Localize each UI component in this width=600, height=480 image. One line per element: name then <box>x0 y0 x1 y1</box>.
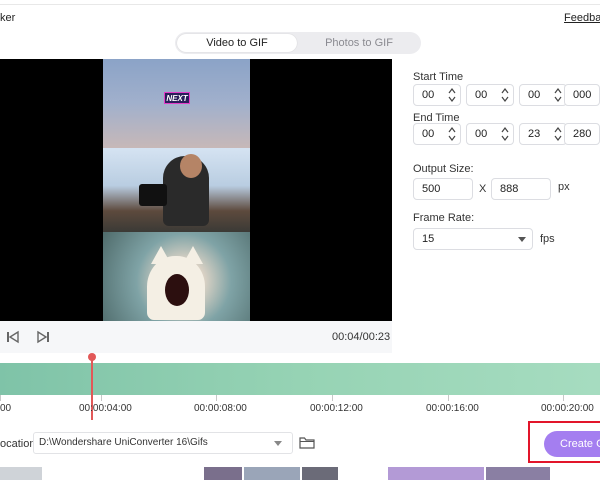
person-head <box>180 154 202 178</box>
timeline-tick-label: 00:00:08:00 <box>194 403 247 414</box>
app-title: ker <box>0 12 16 24</box>
timeline-tick <box>101 395 102 401</box>
top-bar: ker Feedback Video to GIF Photos to GIF <box>0 0 600 60</box>
thumbnail <box>0 467 42 480</box>
mode-tabs: Video to GIF Photos to GIF <box>175 32 421 54</box>
timeline-track[interactable] <box>0 363 600 395</box>
spinner-icon[interactable] <box>448 88 456 102</box>
player-controls: 00:04/00:23 <box>0 321 392 353</box>
start-time-label: Start Time <box>413 71 464 83</box>
timeline-tick-label: 00:00:04:00 <box>79 403 132 414</box>
size-unit: px <box>558 181 570 193</box>
timeline-tick <box>216 395 217 401</box>
feedback-link[interactable]: Feedback <box>564 12 600 24</box>
timeline-tick <box>448 395 449 401</box>
frame-rate-label: Frame Rate: <box>413 212 475 224</box>
output-width-field[interactable]: 500 <box>413 178 473 200</box>
timeline-tick-label: 00:00:16:00 <box>426 403 479 414</box>
spinner-icon[interactable] <box>554 88 562 102</box>
end-minutes-field[interactable]: 00 <box>466 123 514 145</box>
spinner-icon[interactable] <box>448 127 456 141</box>
chevron-down-icon <box>518 237 526 242</box>
start-ms-field[interactable]: 000 <box>564 84 600 106</box>
thumbnail <box>204 467 242 480</box>
frame-rate-unit: fps <box>540 233 555 245</box>
preview-frame-top: NEXT <box>103 59 250 148</box>
timeline-tick <box>0 395 1 401</box>
tab-video-to-gif[interactable]: Video to GIF <box>177 34 297 52</box>
preview-frame-bottom <box>103 232 250 321</box>
thumbnail <box>388 467 484 480</box>
timeline-tick-label: 00:00:12:00 <box>310 403 363 414</box>
next-overlay-text: NEXT <box>164 92 190 104</box>
end-ms-field[interactable]: 280 <box>564 123 600 145</box>
thumbnail <box>302 467 338 480</box>
end-seconds-field[interactable]: 23 <box>519 123 567 145</box>
start-minutes-field[interactable]: 00 <box>466 84 514 106</box>
size-separator: X <box>479 183 487 195</box>
output-size-label: Output Size: <box>413 163 474 175</box>
output-height-field[interactable]: 888 <box>491 178 551 200</box>
file-location-select[interactable]: D:\Wondershare UniConverter 16\Gifs <box>33 432 293 454</box>
frame-rate-select[interactable]: 15 <box>413 228 533 250</box>
spinner-icon[interactable] <box>554 127 562 141</box>
chevron-down-icon[interactable] <box>274 441 282 446</box>
preview-frame-middle <box>103 148 250 232</box>
file-location-path: D:\Wondershare UniConverter 16\Gifs <box>39 437 208 448</box>
end-hours-field[interactable]: 00 <box>413 123 461 145</box>
start-hours-field[interactable]: 00 <box>413 84 461 106</box>
timeline-tick-label: 00:00:20:00 <box>541 403 594 414</box>
next-frame-icon[interactable] <box>36 330 50 344</box>
spinner-icon[interactable] <box>501 127 509 141</box>
create-gif-button[interactable]: Create GIF <box>544 431 600 457</box>
timeline-tick <box>563 395 564 401</box>
playhead-handle[interactable] <box>88 353 96 361</box>
timeline-tick <box>332 395 333 401</box>
camera-shape <box>139 184 167 206</box>
tab-photos-to-gif[interactable]: Photos to GIF <box>299 34 419 52</box>
folder-icon[interactable] <box>299 436 315 450</box>
timeline-tick-label: 00 <box>0 403 12 414</box>
settings-panel: Start Time 00 00 00 000 End Time 00 00 2… <box>400 59 600 353</box>
cat-mouth <box>165 274 189 306</box>
thumbnail-strip <box>0 467 600 480</box>
spinner-icon[interactable] <box>501 88 509 102</box>
playback-time: 00:04/00:23 <box>332 331 391 343</box>
start-seconds-field[interactable]: 00 <box>519 84 567 106</box>
previous-frame-icon[interactable] <box>6 330 20 344</box>
thumbnail <box>244 467 300 480</box>
thumbnail <box>486 467 550 480</box>
top-divider <box>0 4 600 5</box>
